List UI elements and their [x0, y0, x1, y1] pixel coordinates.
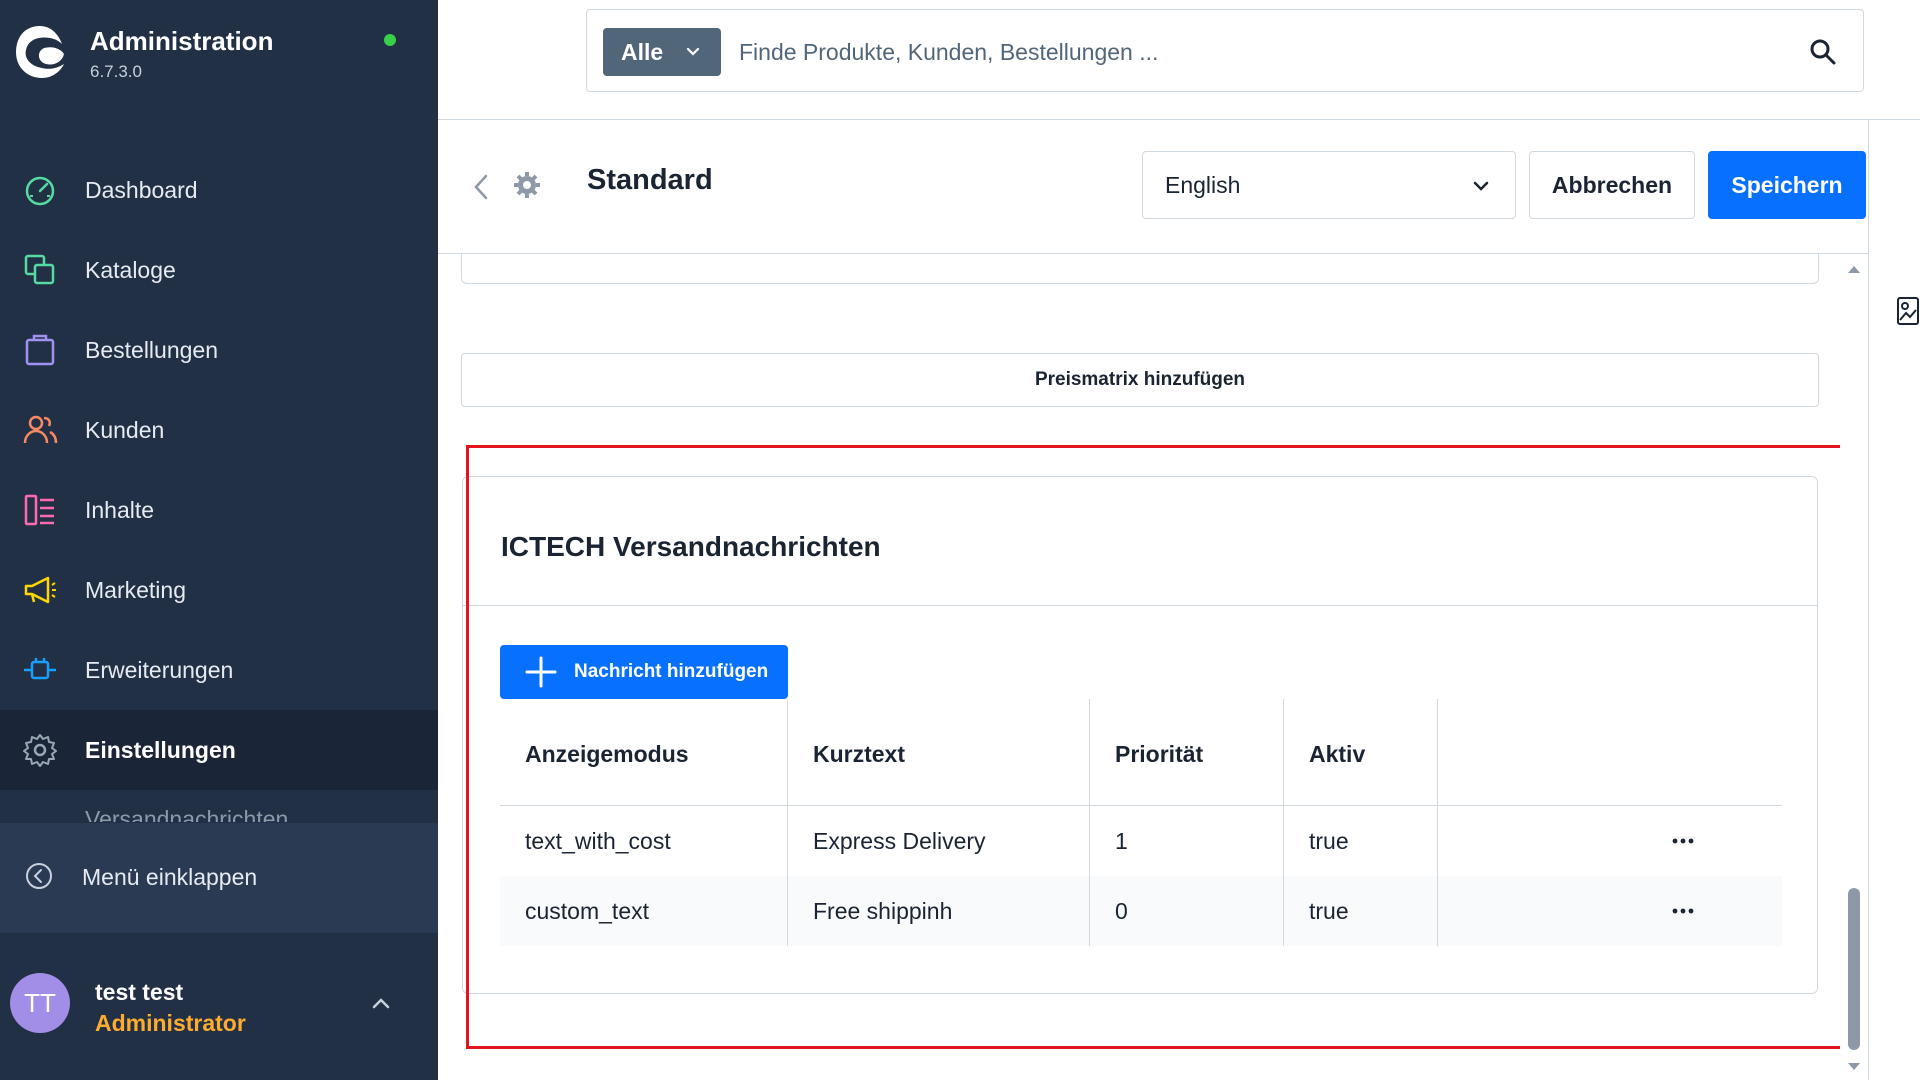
extensions-icon — [24, 658, 56, 680]
cancel-button[interactable]: Abbrechen — [1529, 151, 1695, 219]
catalog-icon — [24, 254, 55, 285]
highlight-annotation-box — [466, 445, 1867, 1049]
scroll-down-arrow-icon[interactable] — [1845, 1060, 1863, 1074]
search-box: Alle — [586, 9, 1864, 92]
nav-label: Inhalte — [85, 496, 155, 523]
collapse-menu-label: Menü einklappen — [82, 864, 258, 890]
nav-label: Bestellungen — [85, 336, 218, 363]
marketing-icon — [24, 576, 56, 604]
nav-item-kataloge[interactable]: Kataloge — [0, 230, 438, 310]
language-select[interactable]: English — [1142, 151, 1516, 219]
search-type-label: Alle — [621, 38, 664, 65]
search-type-dropdown[interactable]: Alle — [603, 28, 721, 76]
right-sidebar — [1868, 120, 1920, 1080]
nav-label: Kataloge — [85, 256, 176, 283]
collapse-left-icon — [26, 863, 52, 889]
nav-item-inhalte[interactable]: Inhalte — [0, 470, 438, 550]
chevron-up-icon[interactable] — [370, 993, 392, 1015]
language-select-value: English — [1165, 171, 1241, 198]
user-role: Administrator — [95, 1010, 246, 1036]
nav-item-erweiterungen[interactable]: Erweiterungen — [0, 630, 438, 710]
nav-item-einstellungen[interactable]: Einstellungen — [0, 710, 438, 790]
sidebar: Administration 6.7.3.0 Dashboard Katalog… — [0, 0, 438, 1080]
image-icon[interactable] — [1896, 296, 1920, 326]
nav-label: Einstellungen — [85, 736, 236, 763]
dashboard-icon — [25, 176, 55, 206]
collapse-menu-button[interactable]: Menü einklappen — [0, 823, 438, 933]
nav-item-dashboard[interactable]: Dashboard — [0, 150, 438, 230]
back-arrow-icon[interactable] — [470, 172, 492, 202]
nav-label: Marketing — [85, 576, 186, 603]
orders-icon — [25, 334, 55, 366]
add-price-matrix-button[interactable]: Preismatrix hinzufügen — [461, 353, 1819, 407]
global-search-bar: Alle — [438, 0, 1920, 120]
avatar: TT — [10, 973, 70, 1033]
scroll-up-arrow-icon[interactable] — [1845, 262, 1863, 276]
nav-subitem-label: Versandnachrichten — [85, 808, 289, 822]
page-header: Standard English Abbrechen Speichern — [438, 120, 1868, 254]
search-icon[interactable] — [1809, 38, 1837, 66]
gear-icon — [514, 172, 540, 198]
nav-item-marketing[interactable]: Marketing — [0, 550, 438, 630]
settings-icon — [23, 734, 57, 767]
scrollbar-thumb[interactable] — [1848, 888, 1860, 1050]
brand-version: 6.7.3.0 — [90, 62, 142, 81]
content-icon — [24, 494, 54, 526]
nav-item-kunden[interactable]: Kunden — [0, 390, 438, 470]
nav-subitem-versandnachrichten[interactable]: Versandnachrichten — [85, 808, 385, 822]
app-window: Administration 6.7.3.0 Dashboard Katalog… — [0, 0, 1920, 1080]
nav-item-bestellungen[interactable]: Bestellungen — [0, 310, 438, 390]
brand: Administration 6.7.3.0 — [0, 0, 438, 110]
page-title: Standard — [587, 164, 713, 196]
user-name: test test — [95, 979, 184, 1005]
nav-label: Kunden — [85, 416, 165, 443]
previous-card — [461, 254, 1819, 284]
nav-label: Erweiterungen — [85, 656, 234, 683]
brand-title: Administration — [90, 26, 274, 56]
shopware-logo-icon[interactable] — [14, 24, 66, 80]
chevron-down-icon — [686, 47, 700, 56]
nav-label: Dashboard — [85, 176, 198, 203]
chevron-down-icon — [1473, 181, 1489, 191]
online-status-dot — [384, 34, 396, 46]
search-input[interactable] — [739, 28, 1739, 76]
save-button[interactable]: Speichern — [1708, 151, 1866, 219]
user-menu[interactable]: TT test test Administrator — [0, 933, 438, 1080]
customers-icon — [23, 415, 58, 444]
content-area: Preismatrix hinzufügen ICTECH Versandnac… — [438, 254, 1868, 1080]
